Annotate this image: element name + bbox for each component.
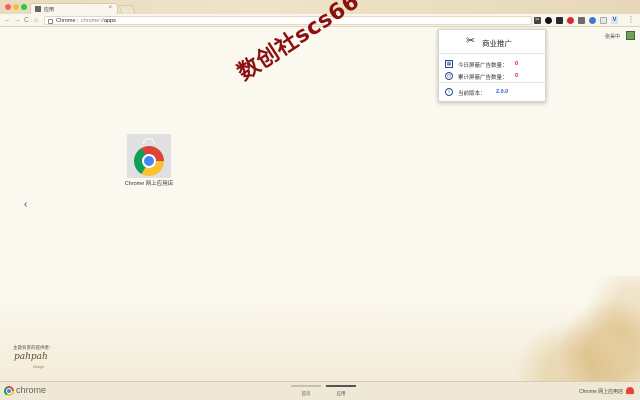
user-name[interactable]: 张昊中	[605, 33, 620, 40]
webstore-icon[interactable]	[626, 387, 634, 394]
app-label[interactable]: Chrome 网上应用店	[118, 179, 180, 187]
extension-icon-3[interactable]	[556, 17, 563, 24]
close-window-button[interactable]	[5, 4, 11, 10]
divider	[439, 82, 547, 83]
version-row: i 当前版本： 2.0.0	[445, 88, 545, 98]
webstore-link[interactable]: Chrome 网上应用店	[579, 388, 623, 395]
clock-icon: ◷	[445, 72, 453, 80]
tab-close-icon[interactable]: ×	[108, 5, 112, 11]
new-tab-button[interactable]	[118, 5, 136, 13]
ad-blocker-extension-icon[interactable]: ✂	[534, 17, 541, 24]
url-path: apps	[103, 18, 116, 24]
popup-title: 商业推广	[482, 39, 512, 48]
page-switcher-apps[interactable]: 应用	[326, 385, 356, 399]
scissors-icon: ✂	[466, 35, 476, 47]
theme-brand-logo[interactable]: pahpah	[14, 352, 48, 362]
back-icon[interactable]: ←	[4, 16, 11, 25]
url-prefix: chrome://	[81, 18, 104, 24]
info-icon: i	[445, 88, 453, 96]
page-label: 首页	[301, 391, 311, 396]
extension-icon-6[interactable]	[589, 17, 596, 24]
extension-icon-5[interactable]	[578, 17, 585, 24]
url-text[interactable]: chrome://apps	[81, 18, 116, 24]
prev-page-icon[interactable]: ‹	[24, 200, 27, 210]
extension-icon-7[interactable]	[600, 17, 607, 24]
chrome-logo-icon	[4, 386, 14, 396]
page-label: 应用	[336, 391, 346, 396]
avatar[interactable]	[626, 31, 635, 40]
stat-value: 0	[515, 73, 519, 79]
calendar-icon: ▦	[445, 60, 453, 68]
url-separator: |	[77, 18, 79, 24]
bag-handle-icon	[143, 138, 155, 144]
page-switcher-home[interactable]: 首页	[291, 385, 321, 399]
version-value: 2.0.0	[496, 89, 509, 95]
site-info-icon[interactable]	[48, 18, 53, 24]
stat-label: 累计屏蔽广告数量：	[458, 75, 508, 81]
stat-label: 今日屏蔽广告数量：	[458, 63, 508, 69]
tab-apps[interactable]: 应用 ×	[30, 3, 118, 14]
page-indicator	[291, 385, 321, 387]
stat-value: 0	[515, 61, 519, 67]
popup-header: ✂ 商业推广	[439, 30, 547, 54]
theme-brand-sub: Design	[33, 365, 44, 369]
home-icon[interactable]: ⌂	[34, 16, 38, 25]
reload-icon[interactable]: C	[24, 16, 29, 25]
site-label: Chrome	[56, 18, 76, 24]
chrome-logo-icon	[134, 146, 164, 176]
minimize-window-button[interactable]	[13, 4, 19, 10]
extension-popup: ✂ 商业推广 ▦ 今日屏蔽广告数量： 0 ◷ 累计屏蔽广告数量： 0 i 当前版…	[438, 29, 547, 102]
background-ornament	[500, 276, 640, 386]
vpn-extension-icon[interactable]: V	[611, 17, 618, 24]
bottom-bar: chrome 首页 应用 Chrome 网上应用店	[0, 381, 640, 400]
maximize-window-button[interactable]	[21, 4, 27, 10]
extension-icon-4[interactable]	[567, 17, 574, 24]
stat-row-today: ▦ 今日屏蔽广告数量： 0	[445, 60, 545, 70]
tab-title: 应用	[44, 7, 55, 13]
chrome-brand-text: chrome	[16, 385, 47, 395]
chrome-menu-icon[interactable]: ⋮	[627, 16, 635, 24]
forward-icon[interactable]: →	[14, 16, 21, 25]
extension-icon-2[interactable]	[545, 17, 552, 24]
app-tile-webstore[interactable]	[127, 134, 171, 178]
stat-row-total: ◷ 累计屏蔽广告数量： 0	[445, 72, 545, 82]
version-label: 当前版本：	[458, 91, 486, 97]
page-indicator-active	[326, 385, 356, 387]
theme-credit-label: 主题背景的提供者：	[13, 345, 54, 350]
apps-grid-icon	[35, 6, 41, 12]
